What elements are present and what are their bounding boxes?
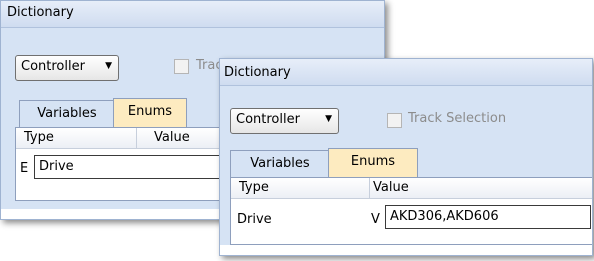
controller-dropdown-label: Controller [236,112,300,127]
track-selection-checkbox[interactable] [174,59,189,74]
tab-variables[interactable]: Variables [19,100,115,127]
enum-value-edit-field[interactable]: AKD306,AKD606 [385,205,591,229]
chevron-down-icon: ▼ [105,61,112,71]
panel-title: Dictionary [7,5,74,20]
tab-enums[interactable]: Enums [328,148,418,177]
column-header-type[interactable]: Type [239,180,269,195]
track-selection-label: Track Selection [408,111,507,126]
tab-enums[interactable]: Enums [113,98,187,127]
enums-grid: Type Value Drive V AKD306,AKD606 [230,177,592,245]
controller-dropdown[interactable]: Controller ▼ [15,55,119,81]
torn-edge [220,245,592,255]
controller-dropdown-label: Controller [21,59,85,74]
row-type-cell: Drive [237,212,272,227]
chevron-down-icon: ▼ [325,114,332,124]
panel-title: Dictionary [224,65,291,80]
controller-dropdown[interactable]: Controller ▼ [230,108,339,134]
track-selection-checkbox[interactable] [387,113,402,128]
column-divider[interactable] [369,178,370,198]
column-header-value[interactable]: Value [373,180,409,195]
row-value-prefix: V [371,212,380,227]
column-header-type[interactable]: Type [24,130,54,145]
title-bar: Dictionary [220,59,592,86]
title-bar: Dictionary [1,1,384,28]
row-type-cell: E [20,161,29,176]
column-divider[interactable] [136,128,137,148]
grid-header: Type Value [231,178,592,199]
column-header-value[interactable]: Value [154,130,190,145]
dictionary-panel-front: Dictionary Controller ▼ Track Selection … [219,58,593,256]
tab-variables[interactable]: Variables [230,150,330,177]
